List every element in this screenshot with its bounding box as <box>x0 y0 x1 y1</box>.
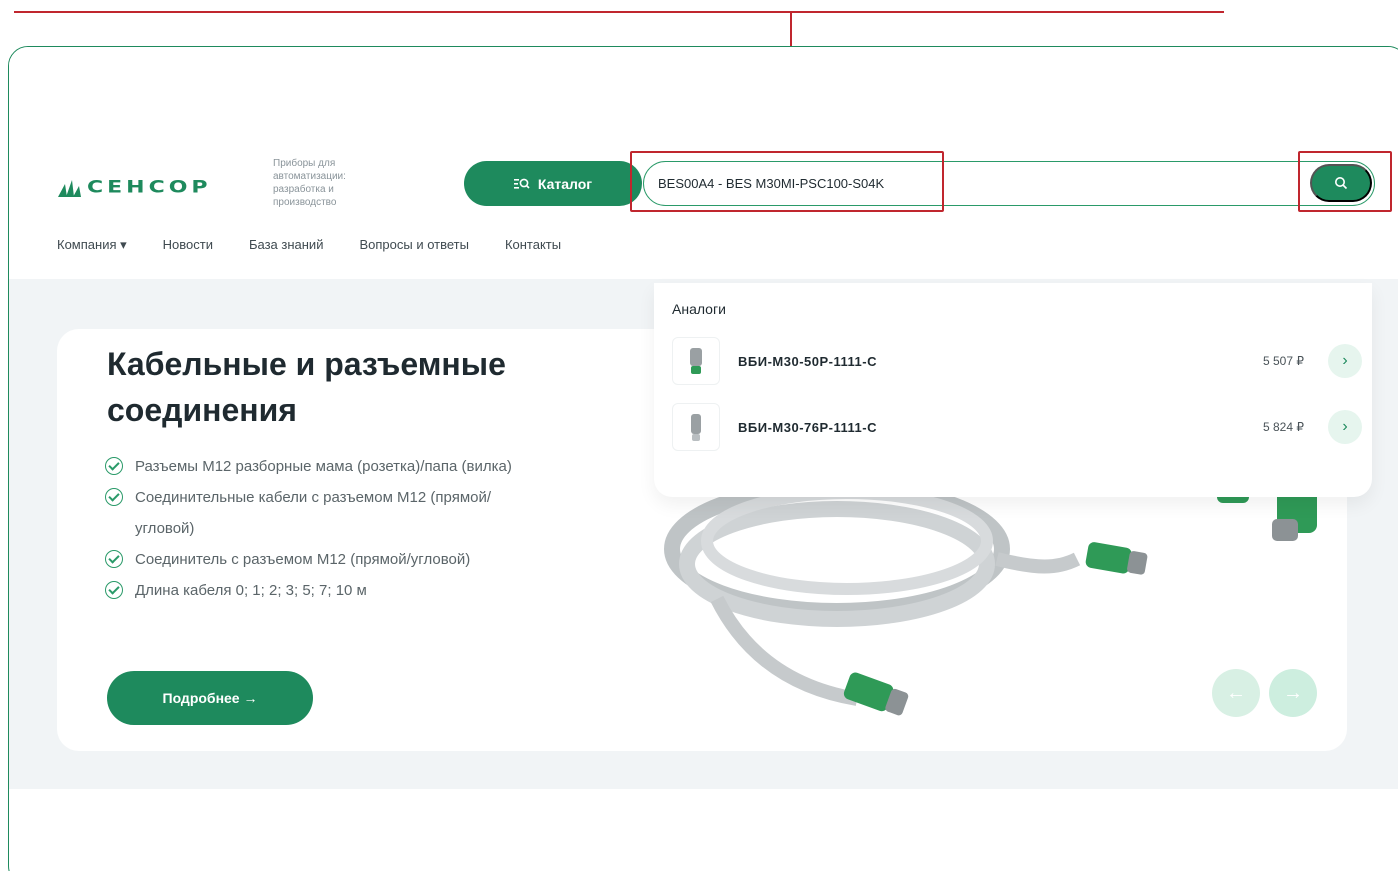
feature-text: Соединитель с разъемом М12 (прямой/углов… <box>135 551 471 568</box>
nav-item-company[interactable]: Компания ▾ <box>57 237 127 253</box>
annotation-line <box>14 11 1224 13</box>
search-suggestions-dropdown: Аналоги ВБИ-М30-50Р-1111-С 5 507 ₽ › ВБИ… <box>654 283 1372 497</box>
nav-item-faq[interactable]: Вопросы и ответы <box>359 237 468 253</box>
nav-item-news[interactable]: Новости <box>163 237 213 253</box>
feature-list: Разъемы М12 разборные мама (розетка)/пап… <box>105 451 545 606</box>
product-thumbnail <box>672 337 720 385</box>
product-thumbnail <box>672 403 720 451</box>
site-logo[interactable]: СЕНСОР <box>57 175 212 200</box>
catalog-button[interactable]: Каталог <box>464 161 642 206</box>
tagline: Приборы для автоматизации: разработка и … <box>273 158 346 208</box>
list-item[interactable]: ВБИ-М30-76Р-1111-С 5 824 ₽ › <box>672 399 1362 455</box>
screenshot-stage: СЕНСОР Приборы для автоматизации: разраб… <box>0 0 1398 871</box>
chevron-right-icon[interactable]: › <box>1328 344 1362 378</box>
more-button[interactable]: Подробнее → <box>107 671 313 725</box>
check-circle-icon <box>105 581 123 599</box>
suggestion-name: ВБИ-М30-50Р-1111-С <box>738 353 877 369</box>
suggestion-price: 5 824 ₽ <box>1263 420 1304 434</box>
logo-mark-icon <box>58 179 81 197</box>
annotation-box-search-query <box>630 151 944 212</box>
sensor-icon <box>691 414 701 441</box>
feature-text: Разъемы М12 разборные мама (розетка)/пап… <box>135 458 512 475</box>
catalog-search-icon <box>513 178 530 189</box>
hero-title: Кабельные и разъемные соединения <box>107 346 506 428</box>
dropdown-title: Аналоги <box>672 301 726 317</box>
list-item: Соединитель с разъемом М12 (прямой/углов… <box>105 544 545 575</box>
check-circle-icon <box>105 550 123 568</box>
feature-text: Длина кабеля 0; 1; 2; 3; 5; 7; 10 м <box>135 582 367 599</box>
list-item: Соединительные кабели с разъемом М12 (пр… <box>105 482 545 544</box>
annotation-box-search-button <box>1298 151 1392 212</box>
nav-item-contacts[interactable]: Контакты <box>505 237 561 253</box>
slider-prev-button[interactable]: ← <box>1212 669 1260 717</box>
sensor-icon <box>690 348 702 374</box>
list-item: Длина кабеля 0; 1; 2; 3; 5; 7; 10 м <box>105 575 545 606</box>
list-item: Разъемы М12 разборные мама (розетка)/пап… <box>105 451 545 482</box>
logo-text: СЕНСОР <box>87 178 212 197</box>
feature-text: Соединительные кабели с разъемом М12 (пр… <box>135 489 492 537</box>
catalog-label: Каталог <box>537 175 593 192</box>
list-item[interactable]: ВБИ-М30-50Р-1111-С 5 507 ₽ › <box>672 333 1362 389</box>
chevron-right-icon[interactable]: › <box>1328 410 1362 444</box>
main-nav: Компания ▾ Новости База знаний Вопросы и… <box>57 237 597 253</box>
slider-next-button[interactable]: → <box>1269 669 1317 717</box>
suggestion-name: ВБИ-М30-76Р-1111-С <box>738 419 877 435</box>
suggestion-price: 5 507 ₽ <box>1263 354 1304 368</box>
check-circle-icon <box>105 488 123 506</box>
nav-item-knowledge-base[interactable]: База знаний <box>249 237 324 253</box>
check-circle-icon <box>105 457 123 475</box>
